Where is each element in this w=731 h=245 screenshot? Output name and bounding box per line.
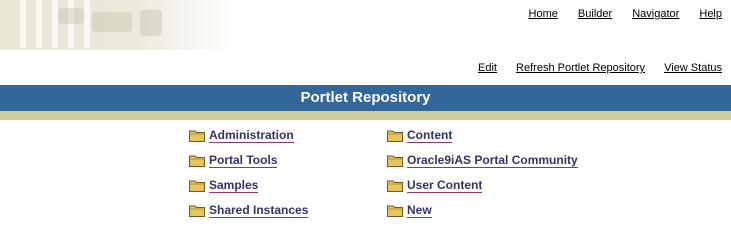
folder-link-shared-instances[interactable]: Shared Instances	[209, 203, 309, 218]
folder-icon	[387, 205, 403, 217]
navigator-link[interactable]: Navigator	[632, 8, 679, 20]
folder-link-user-content[interactable]: User Content	[407, 178, 483, 193]
refresh-portlet-repository-link[interactable]: Refresh Portlet Repository	[516, 62, 645, 74]
page-actions: Edit Refresh Portlet Repository View Sta…	[462, 62, 722, 74]
folder-icon	[387, 155, 403, 167]
folder-icon	[189, 130, 205, 142]
folder-samples[interactable]: Samples	[189, 178, 259, 193]
top-navigation: Home Builder Navigator Help	[512, 8, 722, 20]
folder-link-portal-tools[interactable]: Portal Tools	[209, 153, 278, 168]
title-divider	[0, 111, 731, 120]
folder-icon	[189, 180, 205, 192]
folder-portal-community[interactable]: Oracle9iAS Portal Community	[387, 153, 578, 168]
page-title: Portlet Repository	[0, 85, 731, 111]
folder-icon	[387, 180, 403, 192]
help-link[interactable]: Help	[699, 8, 722, 20]
folder-link-portal-community[interactable]: Oracle9iAS Portal Community	[407, 153, 578, 168]
folder-administration[interactable]: Administration	[189, 128, 294, 143]
folder-icon	[189, 205, 205, 217]
folder-link-new[interactable]: New	[407, 203, 432, 218]
folder-icon	[189, 155, 205, 167]
builder-link[interactable]: Builder	[578, 8, 612, 20]
folder-content[interactable]: Content	[387, 128, 453, 143]
folder-shared-instances[interactable]: Shared Instances	[189, 203, 309, 218]
portal-logo	[0, 0, 240, 50]
folder-new[interactable]: New	[387, 203, 432, 218]
folder-link-administration[interactable]: Administration	[209, 128, 294, 143]
folder-portal-tools[interactable]: Portal Tools	[189, 153, 278, 168]
folder-link-content[interactable]: Content	[407, 128, 453, 143]
edit-link[interactable]: Edit	[478, 62, 497, 74]
folder-icon	[387, 130, 403, 142]
folder-user-content[interactable]: User Content	[387, 178, 483, 193]
home-link[interactable]: Home	[529, 8, 558, 20]
view-status-link[interactable]: View Status	[664, 62, 722, 74]
folder-link-samples[interactable]: Samples	[209, 178, 259, 193]
